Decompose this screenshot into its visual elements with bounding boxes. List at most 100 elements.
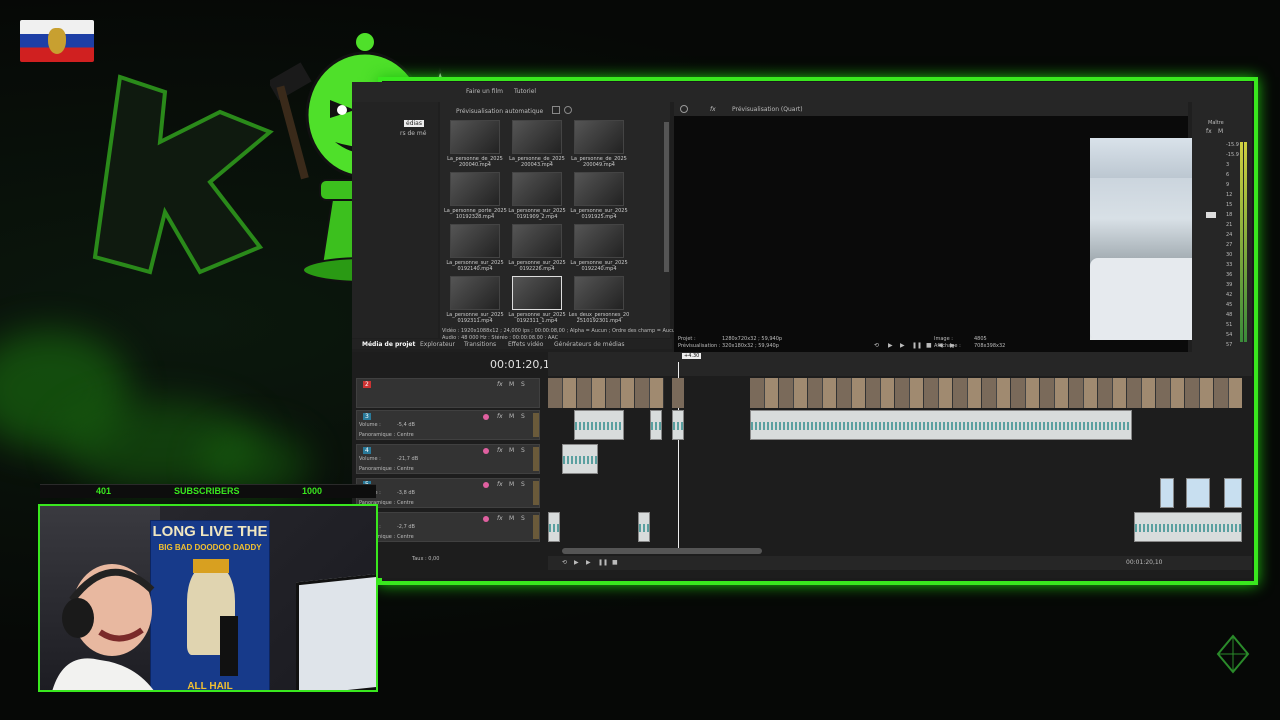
track-header-audio[interactable]: 6Volume :-2,7 dBPanoramique :CentrefxMS	[356, 512, 540, 542]
audio-clip[interactable]	[548, 512, 560, 542]
auto-preview-toggle[interactable]: Prévisualisation automatique	[456, 108, 543, 115]
audio-clip[interactable]	[574, 410, 624, 440]
video-clip[interactable]	[548, 378, 664, 408]
audio-clip[interactable]	[650, 410, 662, 440]
audio-clip[interactable]	[1224, 478, 1242, 508]
audio-clip[interactable]	[638, 512, 650, 542]
media-thumbnail[interactable]	[450, 172, 500, 206]
video-clip[interactable]	[750, 378, 1242, 408]
volume-value[interactable]: -21,7 dB	[397, 456, 418, 462]
fx-icon[interactable]: fx	[1206, 128, 1212, 135]
track-header-audio[interactable]: 3 Volume : -5,4 dB Panoramique : Centre fx M S	[356, 410, 540, 440]
mixer-scale-tick: 57	[1226, 342, 1233, 348]
view-menu-icon[interactable]	[552, 106, 560, 114]
media-tab[interactable]: édias	[404, 120, 424, 127]
mute-label[interactable]: M	[1218, 128, 1223, 135]
timeline-scrollbar[interactable]	[562, 548, 762, 554]
cursor-marker: +4.30	[682, 353, 702, 359]
play-button[interactable]: ▶	[586, 559, 591, 566]
solo-button[interactable]: S	[521, 515, 525, 522]
mute-button[interactable]: M	[509, 447, 514, 454]
pan-label: Panoramique :	[359, 466, 396, 472]
tab-project-media[interactable]: Média de projet	[362, 341, 415, 348]
fx-icon[interactable]: fx	[497, 447, 503, 454]
tab-video-effects[interactable]: Effets vidéo	[508, 341, 543, 348]
media-filename: La_personne_porte_2025 10192328.mp4	[444, 208, 507, 220]
mixer-scale-tick: 42	[1226, 292, 1233, 298]
mute-button[interactable]: M	[509, 413, 514, 420]
media-thumbnail[interactable]	[512, 172, 562, 206]
project-label: Projet :	[678, 336, 696, 342]
mute-button[interactable]: M	[509, 515, 514, 522]
media-thumbnail[interactable]	[574, 224, 624, 258]
audio-clip[interactable]	[672, 410, 684, 440]
solo-button[interactable]: S	[521, 413, 525, 420]
volume-value[interactable]: -5,4 dB	[397, 422, 415, 428]
pan-value[interactable]: Centre	[397, 466, 414, 472]
audio-clip[interactable]	[1134, 512, 1242, 542]
solo-button[interactable]: S	[521, 447, 525, 454]
media-thumbnail[interactable]	[450, 224, 500, 258]
tab-transitions[interactable]: Transitions	[464, 341, 496, 348]
volume-value[interactable]: -3,8 dB	[397, 490, 415, 496]
track-header-video[interactable]: 2 fx M S	[356, 378, 540, 408]
fx-icon[interactable]: fx	[497, 481, 503, 488]
loop-button[interactable]: ⟲	[562, 559, 567, 566]
audio-clip[interactable]	[1160, 478, 1174, 508]
stop-button[interactable]: ■	[612, 559, 618, 566]
solo-button[interactable]: S	[521, 481, 525, 488]
tab-media-generators[interactable]: Générateurs de médias	[554, 341, 625, 348]
volume-label: Volume :	[359, 456, 381, 462]
media-scrollbar[interactable]	[664, 122, 669, 272]
record-arm-icon[interactable]	[483, 414, 489, 420]
monitor	[296, 573, 376, 690]
audio-clip[interactable]	[562, 444, 598, 474]
audio-clip[interactable]	[750, 410, 1132, 440]
timecode-display: 00:01:20,10	[490, 358, 557, 371]
fx-icon[interactable]: fx	[497, 515, 503, 522]
tutorial-button[interactable]: Tutoriel	[514, 88, 536, 95]
mute-button[interactable]: M	[509, 481, 514, 488]
mixer-scale-tick: 33	[1226, 262, 1233, 268]
image-label: Image :	[934, 336, 953, 342]
master-fader[interactable]	[1206, 212, 1216, 218]
media-thumbnail[interactable]	[450, 120, 500, 154]
media-thumbnail[interactable]	[512, 120, 562, 154]
image-value: 4805	[974, 336, 987, 342]
pan-value[interactable]: Centre	[397, 500, 414, 506]
fx-icon[interactable]: fx	[497, 381, 503, 388]
media-thumbnail[interactable]	[512, 224, 562, 258]
record-arm-icon[interactable]	[483, 448, 489, 454]
fx-icon[interactable]: fx	[710, 106, 716, 113]
fx-icon[interactable]: fx	[497, 413, 503, 420]
search-icon[interactable]	[564, 106, 572, 114]
volume-value[interactable]: -2,7 dB	[397, 524, 415, 530]
video-clip[interactable]	[672, 378, 684, 408]
tab-explorer[interactable]: Explorateur	[420, 341, 455, 348]
media-sub-tab[interactable]: rs de mé	[400, 130, 426, 137]
media-filename: La_personne_sur_2025 0192140.mp4	[446, 260, 504, 272]
media-thumbnail[interactable]	[574, 276, 624, 310]
pan-value[interactable]: Centre	[397, 432, 414, 438]
gear-icon[interactable]	[680, 105, 688, 113]
media-thumbnail[interactable]	[450, 276, 500, 310]
solo-button[interactable]: S	[521, 381, 525, 388]
make-movie-button[interactable]: Faire un film	[466, 88, 503, 95]
record-arm-icon[interactable]	[483, 482, 489, 488]
timeline-ruler[interactable]	[548, 352, 1252, 376]
media-thumbnail[interactable]	[574, 172, 624, 206]
media-thumbnail[interactable]	[512, 276, 562, 310]
play-from-start-button[interactable]: ▶	[574, 559, 579, 566]
track-header-audio[interactable]: 4 Volume : -21,7 dB Panoramique : Centre fx M S	[356, 444, 540, 474]
track-header-audio[interactable]: 5Volume :-3,8 dBPanoramique :CentrefxMS	[356, 478, 540, 508]
pan-value[interactable]: Centre	[397, 534, 414, 540]
preview-quality-dropdown[interactable]: Prévisualisation (Quart)	[732, 106, 803, 113]
media-filename: La_personne_de_2025 200049.mp4	[571, 156, 627, 168]
timeline-area: 00:01:20,10 +4.30 2 fx M S ⟲ ▶ ▶ ❚❚ ■ 00…	[352, 352, 1252, 578]
media-filename: La_personne_de_2025 200040.mp4	[447, 156, 503, 168]
audio-clip[interactable]	[1186, 478, 1210, 508]
media-thumbnail[interactable]	[574, 120, 624, 154]
record-arm-icon[interactable]	[483, 516, 489, 522]
pause-button[interactable]: ❚❚	[598, 559, 608, 566]
mute-button[interactable]: M	[509, 381, 514, 388]
